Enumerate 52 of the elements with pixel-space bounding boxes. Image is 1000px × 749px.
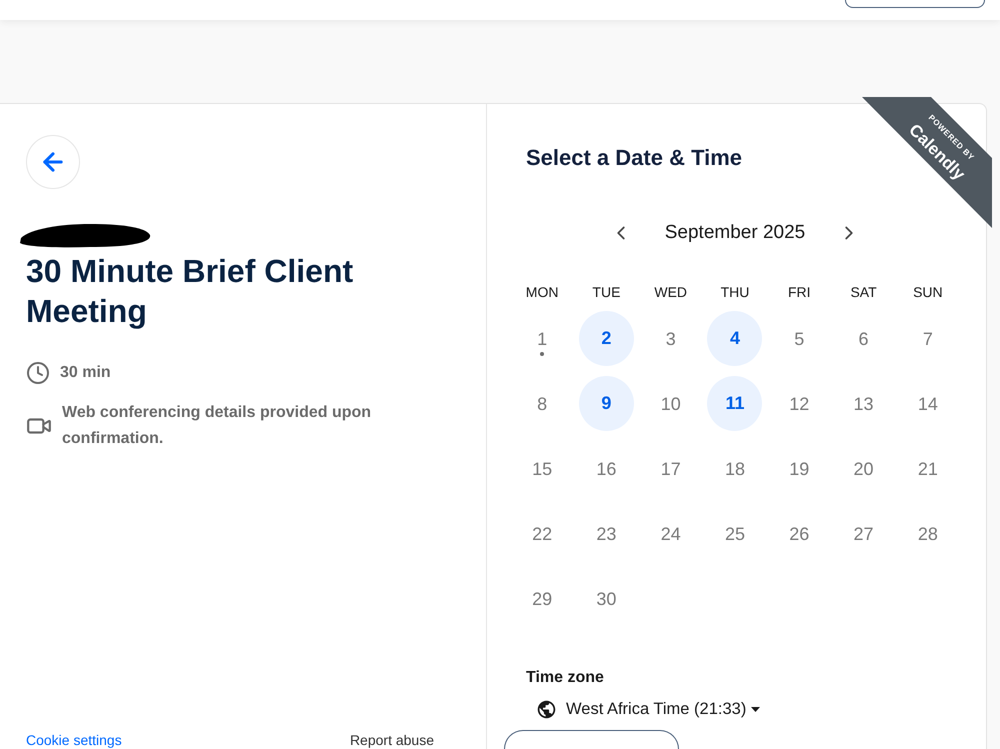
- day-number: 27: [854, 522, 874, 544]
- day-number: 22: [532, 522, 552, 544]
- weekday-label: MON: [526, 283, 558, 302]
- day-number: 20: [854, 458, 874, 480]
- event-detail: 30 min: [60, 363, 112, 383]
- weekday-label: SAT: [850, 283, 877, 302]
- day-number: 5: [794, 328, 804, 350]
- day-number: 17: [660, 458, 681, 480]
- weekday-label: WED: [654, 283, 688, 302]
- weekday-label: TUE: [592, 283, 620, 302]
- weekday-label: FRI: [788, 283, 811, 302]
- outline-button[interactable]: [504, 730, 679, 749]
- day-number: 13: [854, 392, 874, 414]
- footer-link[interactable]: Cookie settings: [26, 732, 122, 748]
- day-number: 12: [789, 392, 810, 414]
- day-number: 18: [724, 458, 745, 480]
- available-day-button[interactable]: 4: [707, 311, 762, 366]
- month-label: September 2025: [664, 222, 806, 244]
- day-number: 7: [922, 328, 933, 350]
- weekday-label: THU: [720, 283, 750, 302]
- event-title: 30 Minute Brief Client Meeting: [26, 252, 354, 331]
- day-number: 14: [918, 392, 938, 414]
- time-zone-selector[interactable]: West Africa Time (21:33): [536, 696, 760, 722]
- day-number: 15: [532, 458, 552, 480]
- calendar-title: Select a Date & Time: [526, 145, 742, 171]
- day-number: 1: [537, 328, 548, 350]
- day-number: 26: [789, 522, 810, 544]
- globe-icon: [536, 698, 557, 720]
- available-day-button[interactable]: 2: [578, 311, 634, 366]
- weekday-label: SUN: [913, 283, 943, 302]
- day-number: 23: [596, 522, 616, 544]
- day-number: 6: [858, 328, 869, 350]
- header-button[interactable]: [845, 0, 985, 8]
- day-number: 30: [596, 588, 616, 610]
- day-number: 3: [666, 328, 676, 350]
- day-number: 8: [537, 392, 548, 414]
- clock-icon: [26, 361, 50, 385]
- available-day-button[interactable]: 11: [707, 376, 762, 431]
- day-number: 16: [596, 458, 616, 480]
- event-detail: Web conferencing details provided upon confirmation.: [62, 403, 372, 449]
- caret-down-icon: [751, 706, 760, 712]
- day-number: 28: [918, 522, 938, 544]
- time-zone-label: Time zone: [526, 668, 604, 688]
- day-number: 29: [532, 588, 552, 610]
- day-number: 21: [918, 458, 938, 480]
- back-button[interactable]: [26, 135, 80, 189]
- footer-link[interactable]: Report abuse: [350, 732, 434, 748]
- day-number: 24: [660, 522, 681, 544]
- day-number: 25: [724, 522, 745, 544]
- day-number: 10: [660, 392, 681, 414]
- day-number: 19: [789, 458, 810, 480]
- available-day-button[interactable]: 9: [578, 376, 634, 431]
